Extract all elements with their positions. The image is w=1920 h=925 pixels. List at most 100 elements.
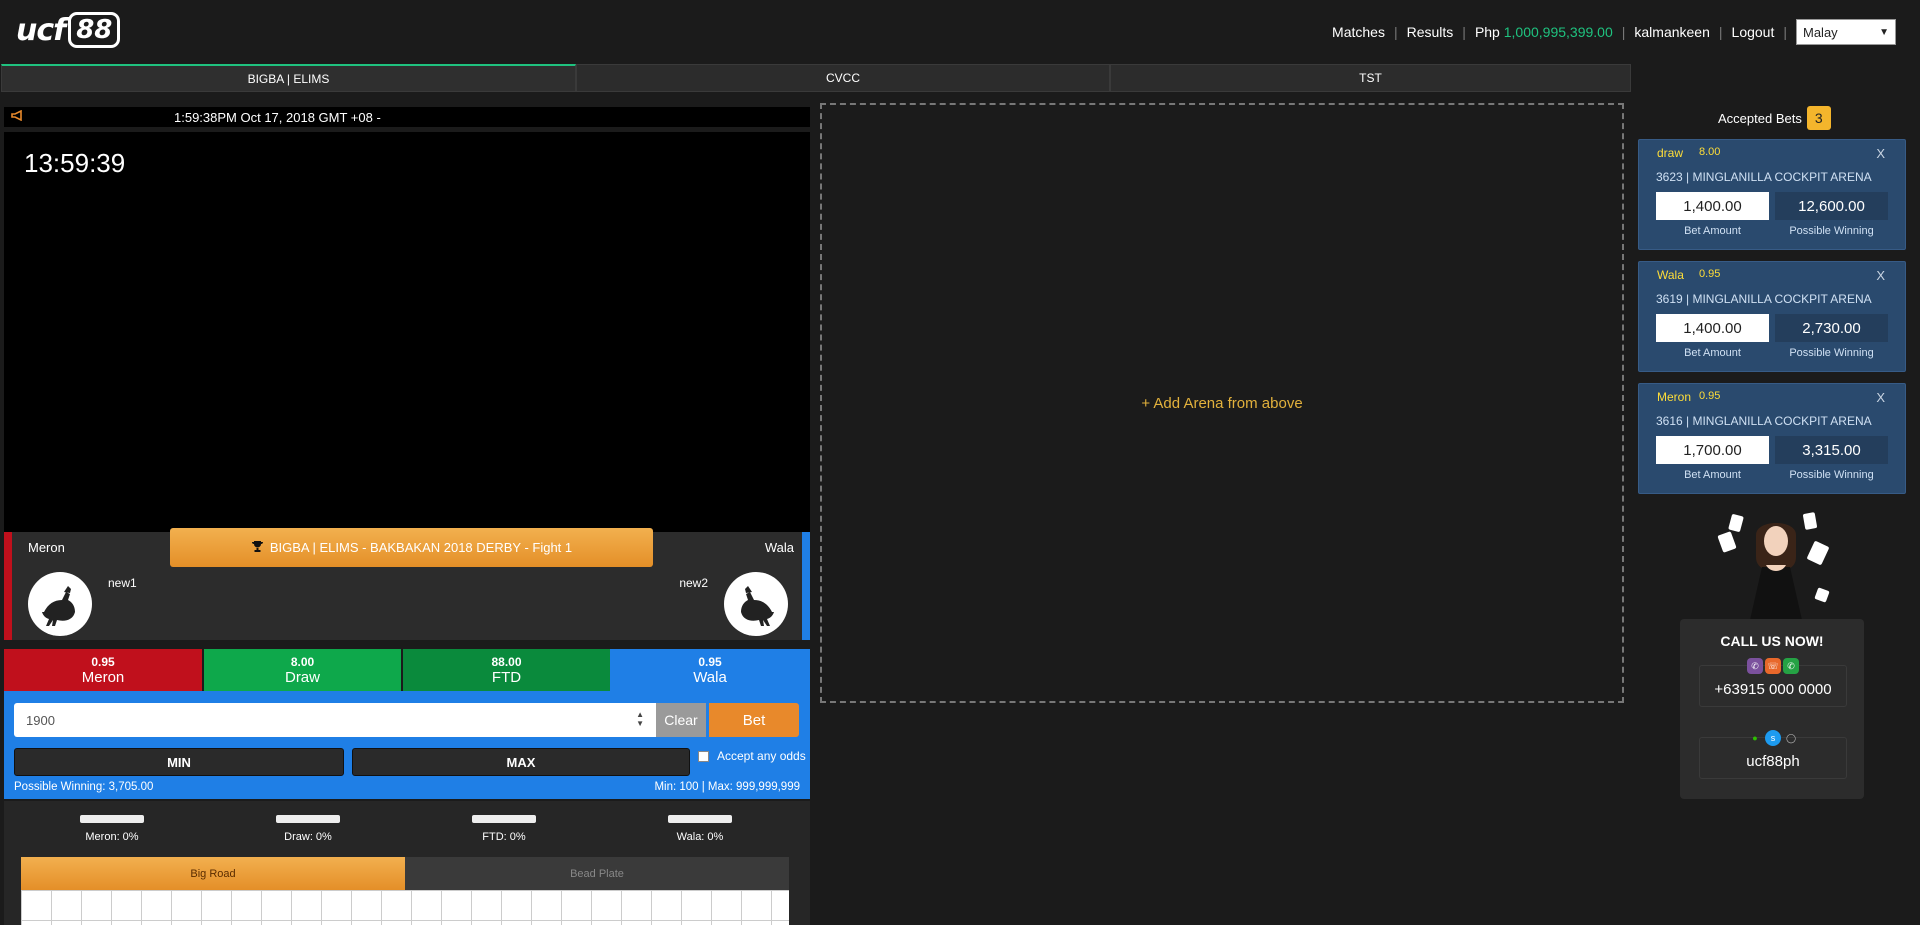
nav-separator: | <box>1393 24 1398 40</box>
stat-label: Draw: 0% <box>284 831 332 843</box>
bet-limits: Min: 100 | Max: 999,999,999 <box>654 781 800 793</box>
wechat-icon: ● <box>1752 733 1758 743</box>
phone-box[interactable]: ✆ ☏ ✆ +63915 000 0000 <box>1699 658 1847 707</box>
fight-title: BIGBA | ELIMS - BAKBAKAN 2018 DERBY - Fi… <box>269 540 573 555</box>
line-icon: ◯ <box>1785 732 1797 743</box>
odds-label: Wala <box>693 668 727 686</box>
bet-amount-field[interactable]: 1,400.00 <box>1656 314 1769 342</box>
bet-amount-input[interactable]: 1900 ▲ ▼ <box>14 703 656 737</box>
chat-app-icons: ● s ◯ <box>1700 730 1846 746</box>
stat-label: Meron: 0% <box>85 831 139 843</box>
stat-label: Wala: 0% <box>676 831 724 843</box>
nav-separator: | <box>1783 24 1787 40</box>
bet-button[interactable]: Bet <box>709 703 799 737</box>
stat-bar <box>668 815 732 823</box>
accept-any-odds[interactable]: Accept any odds <box>698 749 806 763</box>
bet-amount-field[interactable]: 1,400.00 <box>1656 192 1769 220</box>
odds-label: Meron <box>81 668 125 686</box>
odds-label: FTD <box>491 668 522 686</box>
top-nav: Matches | Results | Php 1,000,995,399.00… <box>1332 19 1896 45</box>
wala-fighter-name: new2 <box>679 576 708 590</box>
accepted-bets-title: Accepted Bets <box>1718 110 1802 126</box>
tab-cvcc[interactable]: CVCC <box>576 64 1110 92</box>
accepted-bet-card: Wala 0.95 X 3619 | MINGLANILLA COCKPIT A… <box>1638 261 1906 372</box>
close-icon[interactable]: X <box>1876 268 1885 283</box>
phone-icon: ☏ <box>1765 658 1781 674</box>
meron-side-edge <box>4 532 12 640</box>
add-arena-area[interactable]: + Add Arena from above <box>820 103 1624 703</box>
possible-winning-label: Possible Winning <box>1789 469 1874 481</box>
bet-odds: 0.95 <box>1699 268 1721 280</box>
header: ucf 88 Matches | Results | Php 1,000,995… <box>0 0 1920 62</box>
odds-button-ftd[interactable]: 88.00 FTD <box>403 649 610 691</box>
road-grid <box>21 890 789 925</box>
max-button[interactable]: MAX <box>352 748 690 776</box>
min-button[interactable]: MIN <box>14 748 344 776</box>
bet-amount-field[interactable]: 1,700.00 <box>1656 436 1769 464</box>
logo[interactable]: ucf 88 <box>16 10 121 50</box>
nav-separator: | <box>1718 24 1723 40</box>
accepted-bet-card: draw 8.00 X 3623 | MINGLANILLA COCKPIT A… <box>1638 139 1906 250</box>
logo-number: 88 <box>68 12 121 48</box>
stat-ftd: FTD: 0% <box>454 815 554 843</box>
accepted-bets-count: 3 <box>1806 106 1831 130</box>
bet-panel: 1900 ▲ ▼ Clear Bet MIN MAX Accept any odd… <box>4 691 810 799</box>
close-icon[interactable]: X <box>1876 146 1885 161</box>
spinner-icon[interactable]: ▲ ▼ <box>636 710 644 728</box>
rooster-icon <box>724 572 788 636</box>
possible-winning-label: Possible Winning <box>1789 225 1874 237</box>
clear-button[interactable]: Clear <box>656 703 706 737</box>
odds-button-wala[interactable]: 0.95 Wala <box>610 649 810 691</box>
stat-label: FTD: 0% <box>482 831 526 843</box>
logout-link[interactable]: Logout <box>1732 24 1775 40</box>
handle-box[interactable]: ● s ◯ ucf88ph <box>1699 730 1847 779</box>
bet-amount-value: 1900 <box>26 712 55 728</box>
announcement-ticker: 1:59:38PM Oct 17, 2018 GMT +08 - <box>4 107 810 127</box>
nav-separator: | <box>1621 24 1626 40</box>
tab-bead-plate[interactable]: Bead Plate <box>405 857 789 890</box>
road-tabs: Big Road Bead Plate <box>21 857 789 890</box>
odds-value: 88.00 <box>491 654 522 669</box>
results-link[interactable]: Results <box>1407 24 1454 40</box>
bet-type: Meron <box>1657 390 1692 404</box>
odds-button-meron[interactable]: 0.95 Meron <box>4 649 202 691</box>
odds-button-draw[interactable]: 8.00 Draw <box>204 649 401 691</box>
accept-any-odds-checkbox[interactable] <box>698 750 709 762</box>
odds-row: 0.95 Meron 8.00 Draw 88.00 FTD 0.95 Wala <box>4 649 810 691</box>
nav-separator: | <box>1462 24 1466 40</box>
wala-side-edge <box>802 532 810 640</box>
fight-title-banner: BIGBA | ELIMS - BAKBAKAN 2018 DERBY - Fi… <box>170 528 653 567</box>
currency-label: Php <box>1474 24 1500 40</box>
tab-tst[interactable]: TST <box>1110 64 1631 92</box>
live-video[interactable]: 13:59:39 <box>4 132 810 532</box>
tab-big-road[interactable]: Big Road <box>21 857 405 890</box>
promo-model-image <box>1716 505 1836 620</box>
viber-icon: ✆ <box>1747 658 1763 674</box>
bet-arena: 3619 | MINGLANILLA COCKPIT ARENA <box>1656 292 1872 306</box>
balance-value: 1,000,995,399.00 <box>1503 24 1613 40</box>
odds-value: 8.00 <box>290 654 315 669</box>
logo-text: ucf <box>16 12 66 48</box>
username-link[interactable]: kalmankeen <box>1634 24 1710 40</box>
phone-app-icons: ✆ ☏ ✆ <box>1700 658 1846 674</box>
whatsapp-icon: ✆ <box>1783 658 1799 674</box>
matches-link[interactable]: Matches <box>1332 24 1385 40</box>
skype-icon: s <box>1765 730 1781 746</box>
bet-arena: 3616 | MINGLANILLA COCKPIT ARENA <box>1656 414 1872 428</box>
add-arena-text[interactable]: + Add Arena from above <box>1141 395 1302 412</box>
bet-odds: 8.00 <box>1699 146 1721 158</box>
contact-phone: +63915 000 0000 <box>1714 681 1832 698</box>
tab-bigba-elims[interactable]: BIGBA | ELIMS <box>1 64 576 92</box>
stat-meron: Meron: 0% <box>62 815 162 843</box>
ticker-text: 1:59:38PM Oct 17, 2018 GMT +08 - <box>174 109 381 125</box>
stat-draw: Draw: 0% <box>258 815 358 843</box>
possible-winning: Possible Winning: 3,705.00 <box>14 781 154 793</box>
bet-odds: 0.95 <box>1699 390 1721 402</box>
language-select[interactable]: Malay ▼ <box>1796 19 1896 45</box>
possible-winning-field: 3,315.00 <box>1775 436 1888 464</box>
bet-arena: 3623 | MINGLANILLA COCKPIT ARENA <box>1656 170 1872 184</box>
close-icon[interactable]: X <box>1876 390 1885 405</box>
bet-amount-label: Bet Amount <box>1684 347 1741 359</box>
accepted-bet-card: Meron 0.95 X 3616 | MINGLANILLA COCKPIT … <box>1638 383 1906 494</box>
stat-bar <box>276 815 340 823</box>
